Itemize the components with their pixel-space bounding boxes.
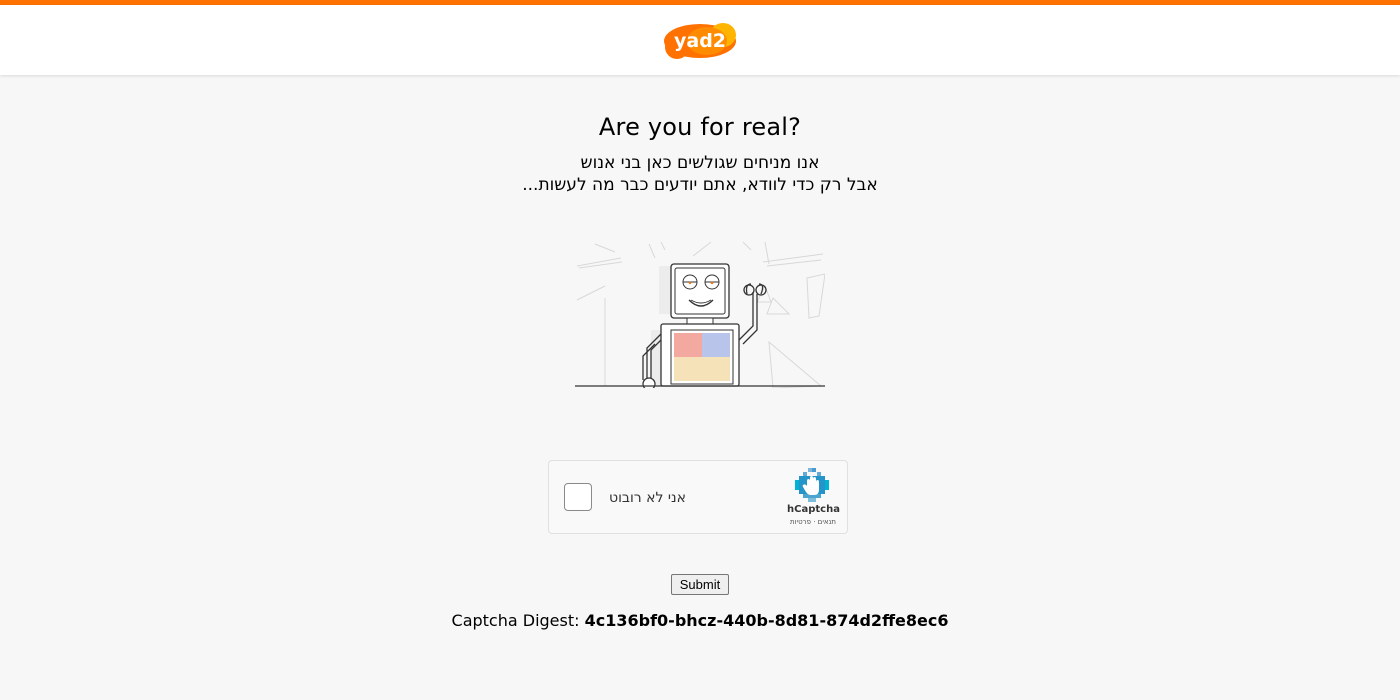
hcaptcha-logo-icon [795, 468, 829, 502]
hcaptcha-links: תנאים · פרטיות [783, 518, 843, 526]
captcha-digest: Captcha Digest: 4c136bf0-bhcz-440b-8d81-… [0, 611, 1400, 630]
links-separator: · [813, 518, 816, 526]
logo-text: yad2 [674, 30, 726, 52]
terms-link[interactable]: תנאים [818, 518, 836, 526]
site-header: yad2 [0, 5, 1400, 75]
page-title: Are you for real? [598, 113, 802, 141]
subtitle-line-2: אבל רק כדי לוודא, אתם יודעים כבר מה לעשו… [522, 175, 878, 195]
hcaptcha-brand: hCaptcha [787, 504, 840, 515]
yad2-logo[interactable]: yad2 [663, 21, 737, 61]
subtitle-line-1: אנו מניחים שגולשים כאן בני אנוש [580, 153, 820, 173]
main-content: Are you for real? אנו מניחים שגולשים כאן… [0, 75, 1400, 700]
submit-button[interactable]: Submit [671, 574, 729, 595]
digest-value: 4c136bf0-bhcz-440b-8d81-874d2ffe8ec6 [584, 611, 949, 630]
robot-waving-icon [575, 241, 825, 388]
not-robot-checkbox[interactable] [564, 483, 592, 511]
not-robot-label: אני לא רובוט [609, 490, 687, 506]
hcaptcha-widget: אני לא רובוט hCaptcha תנאים · פרטיות [548, 460, 848, 534]
digest-label: Captcha Digest: [451, 611, 580, 630]
privacy-link[interactable]: פרטיות [790, 518, 811, 526]
